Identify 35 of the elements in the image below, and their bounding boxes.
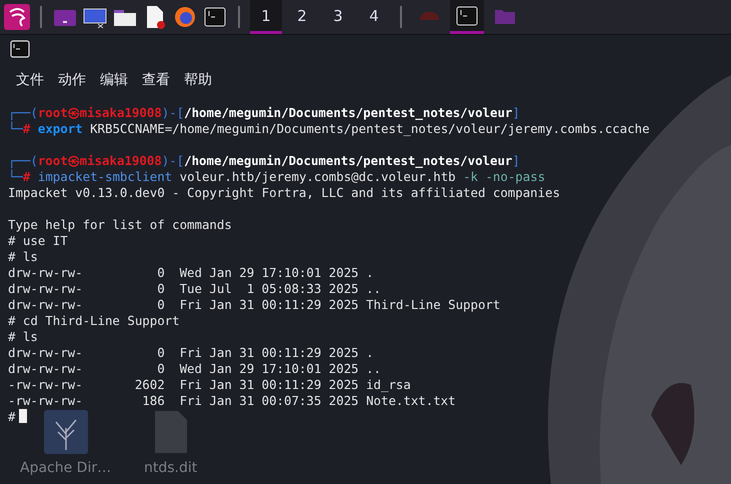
browser-icon[interactable] — [174, 6, 196, 28]
output-line: Impacket v0.13.0.dev0 - Copyright Fortra, LLC and its affiliated companies — [8, 185, 562, 201]
text-cursor — [19, 409, 28, 423]
prompt-line: ┌──(root㉿misaka19008)-[/home/megumin/Documents/pentest_notes/voleur] — [8, 105, 521, 121]
document-icon[interactable] — [144, 5, 166, 29]
output-line: # use IT — [8, 233, 69, 249]
input-line[interactable]: # — [8, 409, 731, 425]
workspace-tab[interactable]: 3 — [322, 0, 354, 34]
output-line: drw-rw-rw- 0 Tue Jul 1 05:08:33 2025 .. — [8, 281, 382, 297]
output-line: # ls — [8, 249, 39, 265]
workspace-tab[interactable]: 1 — [250, 0, 282, 34]
output-line: # cd Third-Line Support — [8, 313, 181, 329]
output-line: # ls — [8, 329, 39, 345]
workspace-tab[interactable]: 2 — [286, 0, 318, 34]
menu-item[interactable]: 查看 — [142, 71, 170, 89]
output-line: Type help for list of commands — [8, 217, 233, 233]
output-line: drw-rw-rw- 0 Wed Jan 29 17:10:01 2025 .. — [8, 361, 382, 377]
command-line: └─# export KRB5CCNAME=/home/megumin/Documents/pentest_notes/voleur/jeremy.combs.ccache — [8, 121, 651, 137]
prompt-line: ┌──(root㉿misaka19008)-[/home/megumin/Documents/pentest_notes/voleur] — [8, 153, 521, 169]
desktop-icon-label: ntds.dit — [144, 460, 198, 476]
menu-item[interactable]: 动作 — [58, 71, 86, 89]
output-line: drw-rw-rw- 0 Wed Jan 29 17:10:01 2025 . — [8, 265, 375, 281]
monitor-icon[interactable] — [83, 6, 107, 28]
taskbar-app-button[interactable] — [450, 0, 484, 34]
output-line: drw-rw-rw- 0 Fri Jan 31 00:11:29 2025 . — [8, 345, 375, 361]
menu-item[interactable]: 帮助 — [184, 71, 212, 89]
menu-item[interactable]: 编辑 — [100, 71, 128, 89]
tree-icon[interactable] — [44, 410, 88, 454]
command-line: └─# impacket-smbclient voleur.htb/jeremy.combs@dc.voleur.htb -k -no-pass — [8, 169, 546, 185]
workspace-tab[interactable]: 4 — [358, 0, 390, 34]
output-line: -rw-rw-rw- 2602 Fri Jan 31 00:11:29 2025 id_rsa — [8, 377, 412, 393]
menu-item[interactable]: 文件 — [16, 71, 44, 89]
desktop-icon-label: Apache Dir… — [20, 460, 112, 476]
output-line: -rw-rw-rw- 186 Fri Jan 31 00:07:35 2025 Note.txt.txt — [8, 393, 457, 409]
output-line: drw-rw-rw- 0 Fri Jan 31 00:11:29 2025 Third-Line Support — [8, 297, 502, 313]
